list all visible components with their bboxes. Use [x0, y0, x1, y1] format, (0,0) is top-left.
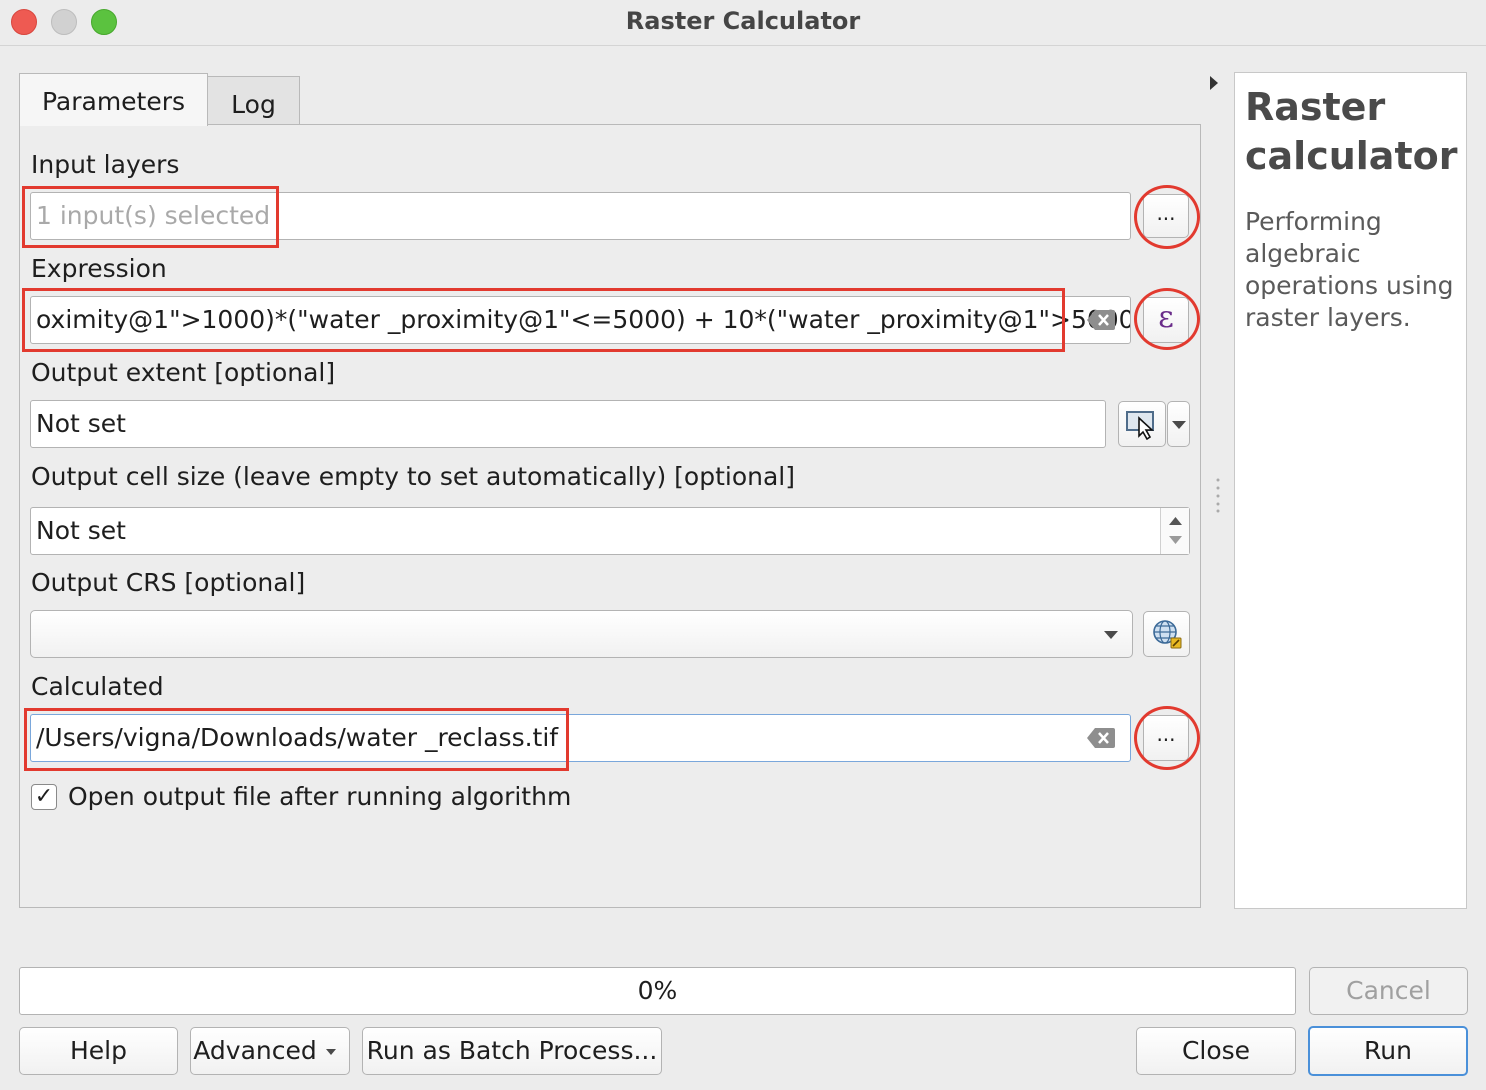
annotation-circle-browse-button	[1134, 706, 1200, 770]
window-title: Raster Calculator	[625, 7, 861, 35]
open-output-label: Open output file after running algorithm	[68, 782, 572, 811]
annotation-box-input-layers	[22, 186, 279, 248]
help-description: Performing algebraic operations using ra…	[1245, 207, 1454, 332]
extent-options-dropdown[interactable]	[1167, 401, 1190, 447]
run-batch-button[interactable]: Run as Batch Process...	[362, 1027, 662, 1075]
run-button[interactable]: Run	[1308, 1026, 1468, 1076]
help-pane: Raster calculator Performing algebraic o…	[1234, 72, 1467, 909]
annotation-circle-input-button	[1134, 185, 1200, 249]
progress-text: 0%	[637, 976, 678, 1005]
help-title: Raster calculator	[1245, 85, 1458, 178]
output-extent-field[interactable]: Not set	[30, 400, 1106, 448]
splitter-handle[interactable]	[1216, 477, 1220, 513]
backspace-clear-icon[interactable]	[1086, 309, 1116, 331]
chevron-down-icon	[326, 1049, 336, 1055]
advanced-label: Advanced	[193, 1036, 317, 1065]
title-bar: Raster Calculator	[0, 0, 1486, 46]
chevron-down-icon	[1104, 631, 1118, 639]
annotation-box-calculated	[24, 708, 569, 771]
cell-size-spinner[interactable]	[1160, 508, 1189, 554]
output-crs-select[interactable]	[30, 610, 1133, 658]
tab-parameters[interactable]: Parameters	[19, 73, 208, 126]
annotation-box-expression	[22, 288, 1065, 352]
cancel-button[interactable]: Cancel	[1309, 967, 1468, 1015]
input-layers-label: Input layers	[31, 150, 180, 179]
spinner-arrows-icon	[1169, 517, 1182, 544]
map-cursor-icon	[1126, 411, 1155, 441]
progress-bar: 0%	[19, 967, 1296, 1015]
globe-icon	[1152, 620, 1181, 649]
tab-log[interactable]: Log	[207, 76, 300, 124]
triangle-right-icon[interactable]	[1208, 74, 1220, 92]
backspace-clear-icon[interactable]	[1086, 727, 1116, 749]
map-extent-button[interactable]	[1118, 401, 1166, 447]
calculated-label: Calculated	[31, 672, 164, 701]
help-button[interactable]: Help	[19, 1027, 178, 1075]
cell-size-label: Output cell size (leave empty to set aut…	[31, 462, 796, 491]
output-crs-label: Output CRS [optional]	[31, 568, 306, 597]
cell-size-field[interactable]: Not set	[30, 507, 1190, 555]
annotation-circle-expression-button	[1134, 288, 1200, 350]
open-output-checkbox[interactable]: ✓	[31, 784, 57, 810]
output-extent-label: Output extent [optional]	[31, 358, 336, 387]
advanced-dropdown-button[interactable]: Advanced	[190, 1027, 350, 1075]
chevron-down-icon	[1172, 421, 1186, 429]
close-button[interactable]: Close	[1136, 1027, 1296, 1075]
crs-selector-button[interactable]	[1143, 611, 1190, 657]
expression-label: Expression	[31, 254, 167, 283]
